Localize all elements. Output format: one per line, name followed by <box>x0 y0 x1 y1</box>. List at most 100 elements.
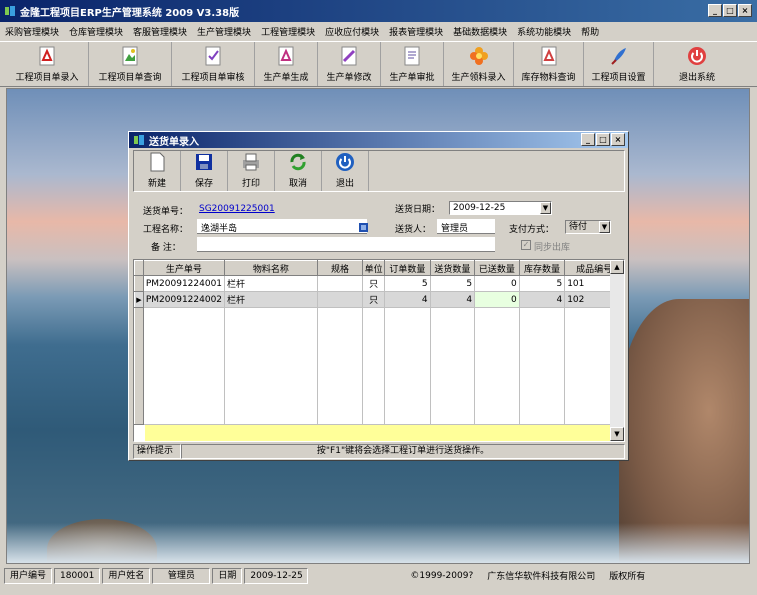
cell-material[interactable]: 栏杆 <box>224 275 318 292</box>
menu-base-data[interactable]: 基础数据模块 <box>448 25 512 38</box>
cell-order-qty[interactable]: 4 <box>384 291 431 308</box>
menu-customer-service[interactable]: 客服管理模块 <box>128 25 192 38</box>
dialog-title-bar: 送货单录入 _ □ × <box>129 132 628 148</box>
chevron-down-icon[interactable]: ▼ <box>599 221 610 233</box>
cell-spec[interactable] <box>317 275 364 292</box>
cell-deliver-qty[interactable]: 4 <box>430 291 476 308</box>
note-label: 备 注： <box>151 243 181 253</box>
toolbar-label: 工程项目单审核 <box>181 73 245 83</box>
main-toolbar: 工程项目单录入 工程项目单查询 工程项目单审核 生产单生成 生产单修改 生产单审… <box>0 41 757 87</box>
print-button[interactable]: 打印 <box>228 151 275 191</box>
minimize-button[interactable]: _ <box>708 4 722 17</box>
toolbar-production-approve-button[interactable]: 生产单审批 <box>381 42 444 86</box>
toolbar-label: 工程项目单录入 <box>15 73 79 83</box>
cell-deliver-qty[interactable]: 5 <box>430 275 476 292</box>
cell-unit[interactable]: 只 <box>362 291 386 308</box>
window-controls: _ □ × <box>708 4 752 17</box>
tool-label: 打印 <box>241 179 260 189</box>
row-indicator[interactable] <box>134 275 144 292</box>
toolbar-label: 库存物料查询 <box>521 73 576 83</box>
menu-engineering[interactable]: 工程管理模块 <box>256 25 320 38</box>
chevron-down-icon[interactable]: ▼ <box>540 202 551 214</box>
column-header-unit[interactable]: 单位 <box>362 260 386 276</box>
current-row-indicator[interactable]: ▶ <box>134 291 144 308</box>
note-field[interactable] <box>197 237 495 252</box>
payment-label: 支付方式： <box>509 225 555 235</box>
grid-scrollbar[interactable]: ▲ ▼ <box>610 260 624 441</box>
toolbar-project-settings-button[interactable]: 工程项目设置 <box>584 42 654 86</box>
column-header-deliver-qty[interactable]: 送货数量 <box>429 260 476 276</box>
toolbar-project-query-button[interactable]: 工程项目单查询 <box>89 42 172 86</box>
lookup-icon[interactable] <box>359 223 368 232</box>
cell-prod-no[interactable]: PM20091224002 <box>143 291 226 308</box>
app-title: 金隆工程项目ERP生产管理系统 2009 V3.38版 <box>20 7 240 19</box>
cell-sent-qty[interactable]: 0 <box>474 275 520 292</box>
column-header-order-qty[interactable]: 订单数量 <box>384 260 431 276</box>
toolbar-label: 工程项目单查询 <box>98 73 162 83</box>
new-button[interactable]: 新建 <box>134 151 181 191</box>
project-name-value: 逸湖半岛 <box>201 224 238 234</box>
table-row[interactable]: PM20091224001 栏杆 只 5 5 0 5 101 <box>134 275 624 292</box>
cell-unit[interactable]: 只 <box>362 275 386 292</box>
scroll-down-icon[interactable]: ▼ <box>610 427 624 441</box>
cell-material[interactable]: 栏杆 <box>224 291 318 308</box>
column-header-sent-qty[interactable]: 已送数量 <box>474 260 520 276</box>
order-no-value[interactable]: SG20091225001 <box>199 204 275 214</box>
dialog-close-button[interactable]: × <box>611 133 625 146</box>
flower-icon <box>469 47 488 65</box>
toolbar-exit-button[interactable]: 退出系统 <box>654 42 740 86</box>
cell-order-qty[interactable]: 5 <box>384 275 431 292</box>
cell-stock-qty[interactable]: 5 <box>519 275 566 292</box>
sender-label: 送货人： <box>395 225 432 235</box>
menu-receivable-payable[interactable]: 应收应付模块 <box>320 25 384 38</box>
tool-label: 新建 <box>147 179 166 189</box>
close-button[interactable]: × <box>738 4 752 17</box>
row-indicator-header <box>134 260 144 276</box>
menu-system[interactable]: 系统功能模块 <box>512 25 576 38</box>
menu-production[interactable]: 生产管理模块 <box>192 25 256 38</box>
company-name: 广东信华软件科技有限公司 <box>487 572 596 582</box>
toolbar-project-review-button[interactable]: 工程项目单审核 <box>172 42 255 86</box>
app-title-bar: 金隆工程项目ERP生产管理系统 2009 V3.38版 _ □ × <box>0 0 757 22</box>
project-label: 工程名称： <box>143 225 189 235</box>
maximize-button[interactable]: □ <box>723 4 737 17</box>
project-name-field[interactable]: 逸湖半岛 <box>197 219 367 234</box>
payment-method-select[interactable]: 待付 ▼ <box>565 220 611 234</box>
dialog-toolbar: 新建 保存 打印 取消 退出 <box>133 150 625 192</box>
toolbar-project-entry-button[interactable]: 工程项目单录入 <box>6 42 89 86</box>
sender-field[interactable]: 管理员 <box>437 219 495 234</box>
sync-stockout-checkbox[interactable]: ✓ <box>521 240 531 250</box>
delivery-entry-dialog: 送货单录入 _ □ × 新建 保存 打印 取消 退出 送货单号： SG20091… <box>128 131 629 461</box>
column-header-stock-qty[interactable]: 库存数量 <box>518 260 566 276</box>
toolbar-label: 生产单审批 <box>389 73 435 83</box>
cell-sent-qty[interactable]: 0 <box>474 291 520 308</box>
toolbar-stock-query-button[interactable]: 库存物料查询 <box>514 42 584 86</box>
delivery-date-picker[interactable]: 2009-12-25 ▼ <box>449 201 552 215</box>
dialog-status-bar: 操作提示 按"F1"键将会选择工程订单进行送货操作。 <box>133 444 625 459</box>
menu-purchase[interactable]: 采购管理模块 <box>0 25 64 38</box>
cell-prod-no[interactable]: PM20091224001 <box>143 275 226 292</box>
menu-warehouse[interactable]: 仓库管理模块 <box>64 25 128 38</box>
cell-stock-qty[interactable]: 4 <box>519 291 566 308</box>
user-name-value: 管理员 <box>152 567 211 584</box>
menu-help[interactable]: 帮助 <box>576 25 604 38</box>
toolbar-material-issue-button[interactable]: 生产领料录入 <box>444 42 514 86</box>
dialog-maximize-button[interactable]: □ <box>596 133 610 146</box>
scroll-up-icon[interactable]: ▲ <box>610 260 624 274</box>
column-header-material[interactable]: 物料名称 <box>224 260 318 276</box>
document-icon <box>404 46 420 66</box>
table-header-row: 生产单号 物料名称 规格 单位 订单数量 送货数量 已送数量 库存数量 成品编号 <box>134 260 624 276</box>
column-header-spec[interactable]: 规格 <box>316 260 364 276</box>
cell-spec[interactable] <box>317 291 364 308</box>
save-button[interactable]: 保存 <box>181 151 228 191</box>
exit-button[interactable]: 退出 <box>322 151 369 191</box>
dialog-minimize-button[interactable]: _ <box>581 133 595 146</box>
toolbar-production-edit-button[interactable]: 生产单修改 <box>318 42 381 86</box>
toolbar-production-create-button[interactable]: 生产单生成 <box>255 42 318 86</box>
rights-reserved: 版权所有 <box>609 572 646 582</box>
cancel-button[interactable]: 取消 <box>275 151 322 191</box>
table-row[interactable]: ▶ PM20091224002 栏杆 只 4 4 0 4 102 <box>134 291 624 308</box>
date-value: 2009-12-25 <box>244 567 309 584</box>
column-header-prod-no[interactable]: 生产单号 <box>142 260 226 276</box>
menu-reports[interactable]: 报表管理模块 <box>384 25 448 38</box>
